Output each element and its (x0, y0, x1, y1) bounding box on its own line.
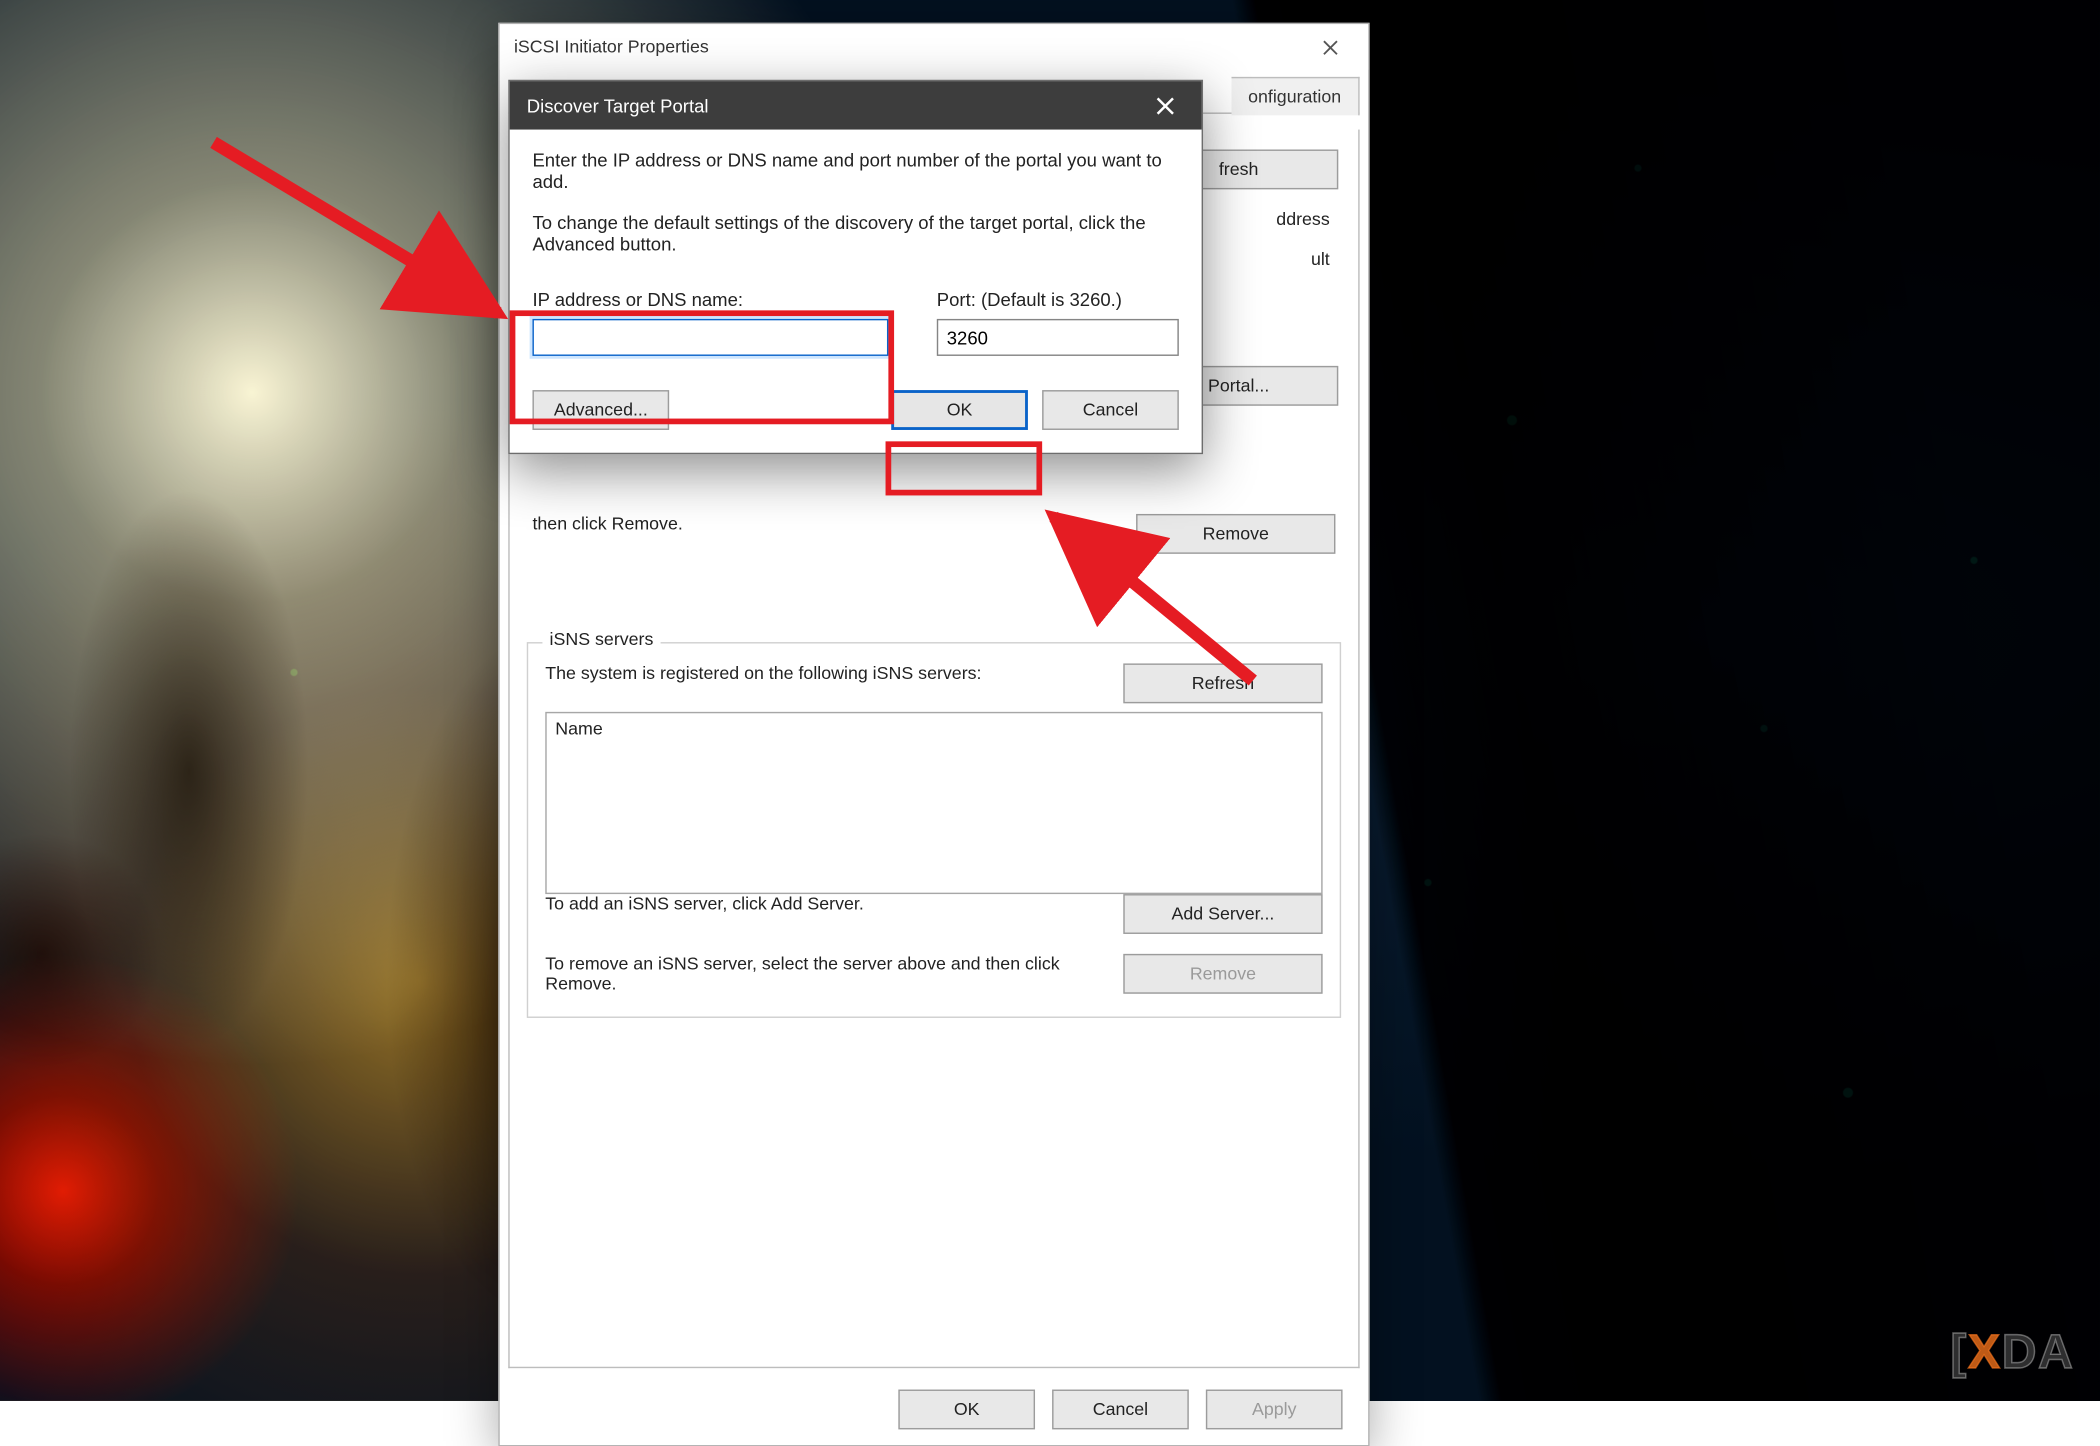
remove-target-hint: then click Remove. (532, 514, 1121, 534)
advanced-button[interactable]: Advanced... (532, 390, 669, 430)
discover-target-portal-dialog: Discover Target Portal Enter the IP addr… (508, 80, 1203, 454)
tab-configuration[interactable]: onfiguration (1231, 77, 1360, 115)
isns-list-name-header: Name (555, 719, 1312, 739)
dialog-ok-button[interactable]: OK (891, 390, 1028, 430)
column-ip-address-fragment: ddress (1276, 209, 1338, 229)
isns-remove-hint: To remove an iSNS server, select the ser… (545, 954, 1109, 994)
ip-dns-label: IP address or DNS name: (532, 289, 911, 310)
port-input[interactable] (937, 319, 1179, 356)
remove-target-button[interactable]: Remove (1136, 514, 1335, 554)
column-default-fragment: ult (1311, 249, 1338, 269)
isns-add-server-button[interactable]: Add Server... (1123, 894, 1322, 934)
ip-dns-input[interactable] (532, 319, 888, 356)
close-icon (1155, 96, 1174, 115)
window-title: iSCSI Initiator Properties (514, 37, 709, 57)
properties-apply-button[interactable]: Apply (1206, 1390, 1343, 1430)
port-label: Port: (Default is 3260.) (937, 289, 1179, 310)
isns-legend: iSNS servers (542, 629, 660, 649)
isns-server-list[interactable]: Name (545, 712, 1322, 894)
isns-remove-button[interactable]: Remove (1123, 954, 1322, 994)
dialog-instruction-2: To change the default settings of the di… (532, 212, 1178, 255)
dialog-titlebar[interactable]: Discover Target Portal (510, 81, 1202, 129)
dialog-cancel-button[interactable]: Cancel (1042, 390, 1179, 430)
isns-hint: The system is registered on the followin… (545, 663, 1109, 683)
isns-refresh-button[interactable]: Refresh (1123, 663, 1322, 703)
dialog-close-button[interactable] (1136, 85, 1193, 125)
properties-ok-button[interactable]: OK (898, 1390, 1035, 1430)
properties-cancel-button[interactable]: Cancel (1052, 1390, 1189, 1430)
dialog-title: Discover Target Portal (527, 95, 709, 116)
window-close-button[interactable] (1303, 27, 1357, 67)
window-titlebar[interactable]: iSCSI Initiator Properties (500, 24, 1368, 70)
dialog-footer: OK Cancel Apply (500, 1374, 1368, 1445)
watermark-logo: [XDA (1950, 1325, 2074, 1381)
dialog-instruction-1: Enter the IP address or DNS name and por… (532, 149, 1178, 192)
watermark-bracket-icon: [ (1950, 1325, 1968, 1379)
isns-add-hint: To add an iSNS server, click Add Server. (545, 894, 1109, 914)
close-icon (1322, 39, 1338, 55)
